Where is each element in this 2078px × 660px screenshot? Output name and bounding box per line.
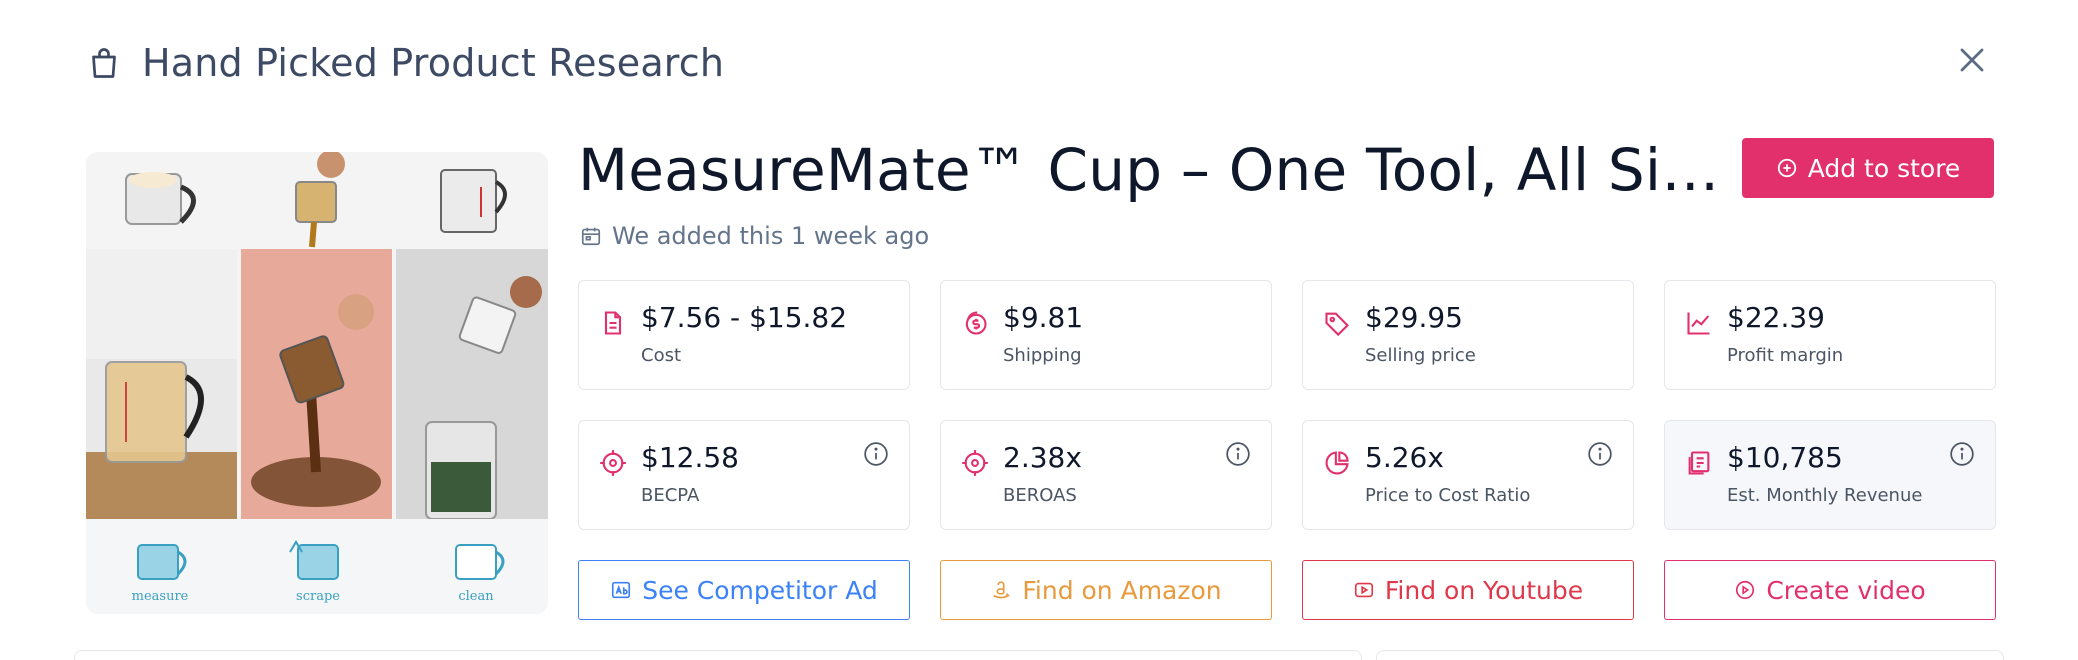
metric-card-selling-price: $29.95 Selling price [1302,280,1634,390]
create-video-label: Create video [1766,575,1926,605]
metric-value: $7.56 - $15.82 [641,301,848,334]
metric-value: 5.26x [1365,441,1444,474]
measure-icon [137,544,187,580]
info-icon[interactable] [1225,441,1251,467]
youtube-icon [1354,582,1373,598]
measure-label: measure [132,589,189,604]
modal-title: Hand Picked Product Research [142,41,725,85]
add-to-store-label: Add to store [1807,153,1961,183]
close-icon [1960,48,1984,72]
bottom-panel-left [74,650,1362,660]
trend-chart-icon [1687,312,1710,335]
metric-card-price-to-cost: 5.26x Price to Cost Ratio [1302,420,1634,530]
amazon-icon [993,581,1011,599]
metric-card-cost: $7.56 - $15.82 Cost [578,280,910,390]
metric-value: $29.95 [1365,301,1463,334]
bottom-panel-right [1376,650,2004,660]
metric-value: 2.38x [1003,441,1082,474]
metric-card-becpa: $12.58 BECPA [578,420,910,530]
create-video-button[interactable]: Create video [1664,560,1996,620]
plus-circle-icon [1777,158,1796,178]
add-to-store-button[interactable]: Add to store [1742,138,1994,198]
shopping-bag-icon [92,48,116,78]
ad-icon [612,581,631,599]
find-on-youtube-button[interactable]: Find on Youtube [1302,560,1634,620]
metric-value: $22.39 [1727,301,1825,334]
metric-card-beroas: 2.38x BEROAS [940,420,1272,530]
crosshair-icon [600,450,626,476]
calendar-icon [581,227,601,246]
metric-label: BEROAS [1003,485,1077,506]
play-circle-icon [1736,580,1755,600]
scrape-label: scrape [296,589,340,604]
info-icon[interactable] [863,441,889,467]
metric-label: BECPA [641,485,700,506]
added-text: We added this 1 week ago [612,222,930,250]
metric-label: Selling price [1365,345,1476,366]
metric-card-monthly-revenue: $10,785 Est. Monthly Revenue [1664,420,1996,530]
find-on-amazon-label: Find on Amazon [1022,575,1222,605]
clean-icon [455,544,505,580]
see-competitor-ad-label: See Competitor Ad [642,575,878,605]
see-competitor-ad-button[interactable]: See Competitor Ad [578,560,910,620]
product-image: measure scrape clean [86,152,548,614]
metric-card-shipping: $9.81 Shipping [940,280,1272,390]
metric-label: Shipping [1003,345,1082,366]
crosshair-icon [962,450,988,476]
document-icon [604,311,622,335]
metric-label: Cost [641,345,682,366]
info-icon[interactable] [1587,441,1613,467]
product-title: MeasureMate™ Cup – One Tool, All Si… [578,136,1720,204]
metric-value: $10,785 [1727,441,1843,474]
cup-thumbnail-3 [440,169,507,233]
metric-value: $9.81 [1003,301,1084,334]
tag-icon [1325,312,1349,337]
metric-label: Price to Cost Ratio [1365,485,1531,506]
metric-card-profit-margin: $22.39 Profit margin [1664,280,1996,390]
clean-label: clean [458,589,494,604]
modal-header: Hand Picked Product Research [86,38,724,88]
metric-label: Est. Monthly Revenue [1727,485,1923,506]
coins-icon [965,311,987,335]
find-on-youtube-label: Find on Youtube [1384,575,1584,605]
close-button[interactable] [1950,38,1994,82]
metric-value: $12.58 [641,441,739,474]
find-on-amazon-button[interactable]: Find on Amazon [940,560,1272,620]
info-icon[interactable] [1949,441,1975,467]
receipt-icon [1688,451,1710,475]
added-date: We added this 1 week ago [580,222,929,250]
metric-label: Profit margin [1727,345,1844,366]
pie-chart-icon [1325,451,1349,475]
